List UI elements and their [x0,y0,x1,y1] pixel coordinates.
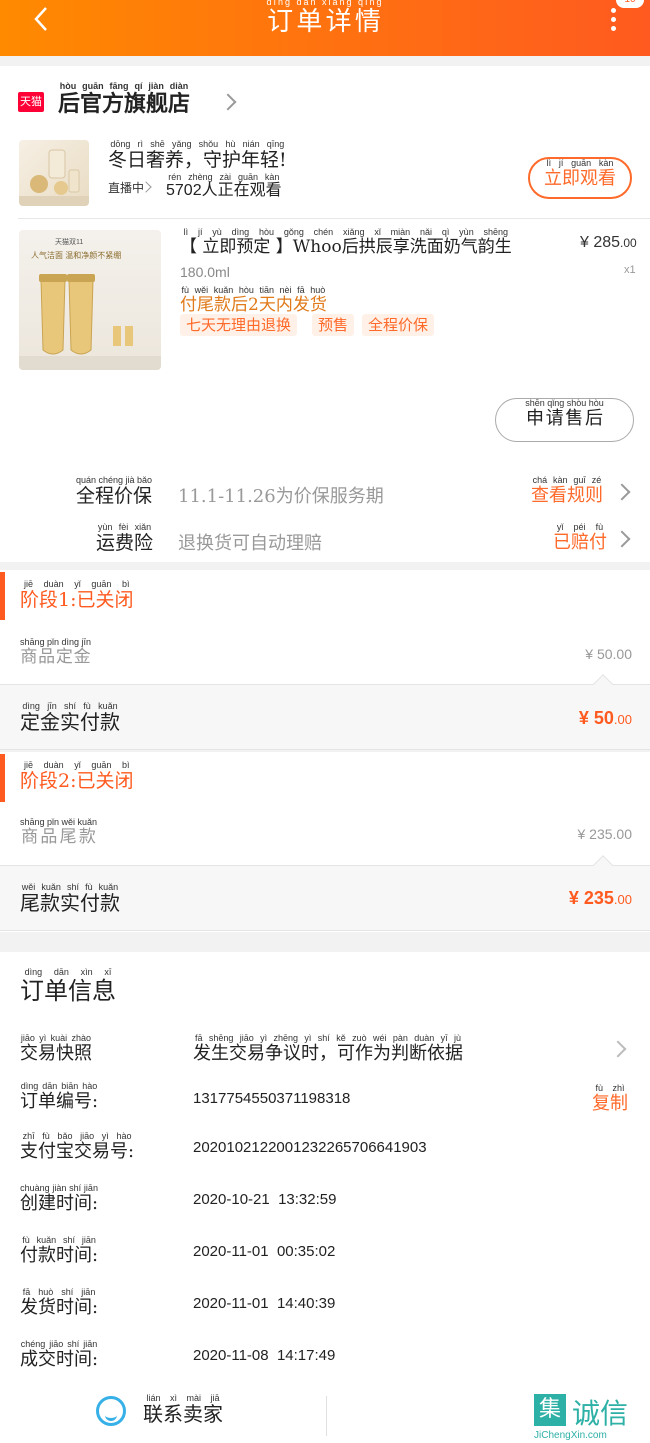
live-viewers: 5702人正在观看rén zhèng zài guān kàn [166,172,282,199]
deposit-paid-amount: ¥ 50.00 [578,708,632,728]
watermark-url: JiChengXin.com [534,1430,607,1441]
order-number-label: 订单编号:dìng dān biān hào [20,1081,99,1112]
alipay-number-label: 支付宝交易号:zhī fù bǎo jiāo yì hào [20,1131,135,1162]
completed-time: 2020-11-08 14:17:49 [193,1347,336,1364]
watermark: 集 诚信 JiChengXin.com [534,1394,646,1441]
stage-2-title: 阶段2:已关闭jiē duàn yǐ guān bì [20,760,134,792]
stage-1-title: 阶段1:已关闭jiē duàn yǐ guān bì [20,579,134,611]
live-status: 直播中 [108,181,145,195]
tmall-logo: 天猫 [18,92,44,112]
product-price: ¥ 285.00 [580,234,637,251]
service-desc-price-protect: 11.1-11.26为价保服务期 [178,486,384,507]
balance-paid-label: 尾款实付款wěi kuǎn shí fù kuǎn [20,882,120,915]
shipping-note: 付尾款后2天内发货fù wěi kuǎn hòu tiān nèi fā huò [180,285,327,315]
balance-label: 商品尾款shāng pǐn wěi kuǎn [20,817,98,847]
stage-2-marker [0,754,5,802]
order-info-card [0,952,650,1392]
paid-time-label: 付款时间:fù kuǎn shí jiān [20,1235,99,1266]
snapshot-value[interactable]: 发生交易争议时，可作为判断依据fā shēng jiāo yì zhēng yì… [193,1033,463,1065]
product-image-brand: 天猫双11 [55,237,83,246]
stage-1-marker [0,572,5,620]
service-label-shipping-insurance: 运费险yùn fèi xiǎn [96,522,154,554]
order-info-title: 订单信息dìng dān xìn xī [20,967,116,1005]
tag-presale: 预售 [312,314,355,336]
paid-time: 2020-11-01 00:35:02 [193,1243,336,1260]
shop-name[interactable]: 后官方旗舰店hòu guān fāng qí jiàn diàn [58,81,190,118]
shipped-time-label: 发货时间:fā huò shí jiān [20,1287,99,1318]
balance-paid-amount: ¥ 235.00 [568,888,632,908]
snapshot-label[interactable]: 交易快照jiāo yì kuài zhào [20,1033,92,1065]
live-title: 冬日奢养，守护年轻!dōng rì shē yǎng shǒu hù nián … [108,139,287,171]
product-image[interactable]: 天猫双11 人气洁面 温和净颜不紧绷 [19,230,161,370]
live-thumbnail[interactable] [19,140,89,206]
view-rules-link[interactable]: 查看规则chá kàn guī zé [531,475,603,507]
completed-time-label: 成交时间:chéng jiāo shí jiān [20,1339,99,1370]
order-number: 1317754550371198318 [193,1090,351,1107]
deposit-value: ¥ 50.00 [585,646,632,662]
service-desc-shipping-insurance: 退换货可自动理赔 [178,533,322,554]
more-icon[interactable] [606,8,620,34]
alipay-number: 2020102122001232265706641903 [193,1139,427,1156]
divider [18,218,650,219]
deposit-label: 商品定金shāng pǐn dìng jīn [20,637,92,667]
top-bar: 订单详情dìng dān xiáng qíng 10 [0,0,650,56]
watermark-text: 诚信 [572,1397,629,1430]
page-title: 订单详情dìng dān xiáng qíng [266,0,384,37]
created-time: 2020-10-21 13:32:59 [193,1191,337,1208]
chat-icon[interactable] [96,1396,126,1426]
after-sale-button[interactable]: 申请售后shēn qǐng shòu hòu [495,398,634,442]
watch-live-button[interactable]: 立即观看lì jí guān kàn [528,157,632,199]
tag-price-protect: 全程价保 [362,314,435,336]
product-sku: 180.0ml [180,264,230,280]
product-quantity: x1 [624,264,636,276]
divider [326,1396,327,1436]
compensated-link[interactable]: 已赔付yǐ péi fù [553,522,607,554]
product-title[interactable]: 【 立即预定 】Whoo后拱辰享洗面奶气韵生lì jí yù dìng hòu … [180,227,570,257]
product-image-caption: 人气洁面 温和净颜不紧绷 [31,250,121,260]
created-time-label: 创建时间:chuàng jiàn shí jiān [20,1183,99,1214]
contact-seller-button[interactable]: 联系卖家lián xì mài jiā [143,1393,223,1427]
balance-value: ¥ 235.00 [577,826,633,842]
service-label-price-protect: 全程价保quán chéng jià bǎo [76,475,153,507]
copy-button[interactable]: 复制fù zhì [592,1083,628,1115]
notification-badge: 10 [616,0,644,8]
shipped-time: 2020-11-01 14:40:39 [193,1295,336,1312]
tag-no-reason-return: 七天无理由退换 [180,314,298,336]
watermark-logo: 集 [534,1394,566,1426]
deposit-paid-label: 定金实付款dìng jīn shí fù kuǎn [20,701,120,734]
